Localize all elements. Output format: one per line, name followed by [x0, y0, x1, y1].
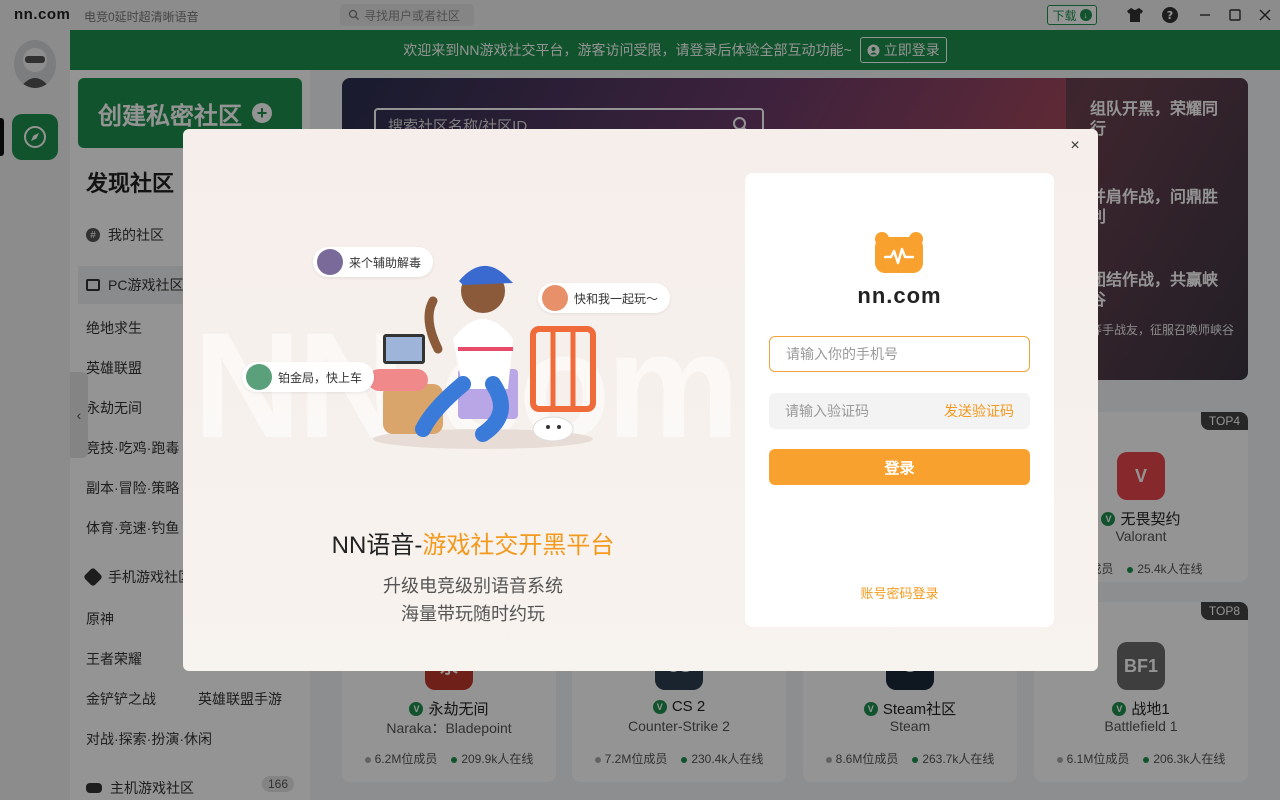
login-panel: nn.com 请输入你的手机号 请输入验证码 发送验证码 登录 账号密码登录 [745, 173, 1054, 627]
nn-logo-icon [875, 232, 923, 273]
phone-placeholder: 请输入你的手机号 [786, 346, 898, 362]
tagline-highlight: 游戏社交开黑平台 [422, 532, 615, 559]
modal-description-line: 升级电竞级别语音系统 [383, 576, 563, 596]
chat-bubble: 铂金局，快上车 [242, 362, 375, 392]
chat-bubble-text: 来个辅助解毒 [349, 255, 422, 270]
tagline-prefix: NN语音- [331, 532, 423, 559]
chat-bubble-text: 铂金局，快上车 [278, 370, 363, 385]
password-login-link[interactable]: 账号密码登录 [745, 583, 1054, 602]
chat-bubble-text: 快和我一起玩～ [574, 291, 659, 306]
avatar [317, 249, 343, 275]
modal-tagline: NN语音-游戏社交开黑平台 [183, 525, 763, 560]
verification-code-input[interactable]: 请输入验证码 发送验证码 [769, 393, 1030, 429]
modal-description-line: 海量带玩随时约玩 [401, 604, 545, 624]
code-placeholder: 请输入验证码 [785, 403, 869, 419]
brand-name: nn.com [857, 283, 942, 308]
send-code-button[interactable]: 发送验证码 [944, 401, 1014, 421]
close-modal-button[interactable]: × [1066, 137, 1084, 155]
phone-number-input[interactable]: 请输入你的手机号 [769, 336, 1030, 372]
login-submit-button[interactable]: 登录 [769, 449, 1030, 485]
avatar [246, 364, 272, 390]
login-modal: NN.com × 来个辅助解毒 快和我一起玩～ 铂金局，快上车 NN语音-游戏社… [183, 129, 1098, 671]
chat-bubble: 来个辅助解毒 [313, 247, 434, 277]
avatar [542, 285, 568, 311]
chat-bubble: 快和我一起玩～ [538, 283, 671, 313]
